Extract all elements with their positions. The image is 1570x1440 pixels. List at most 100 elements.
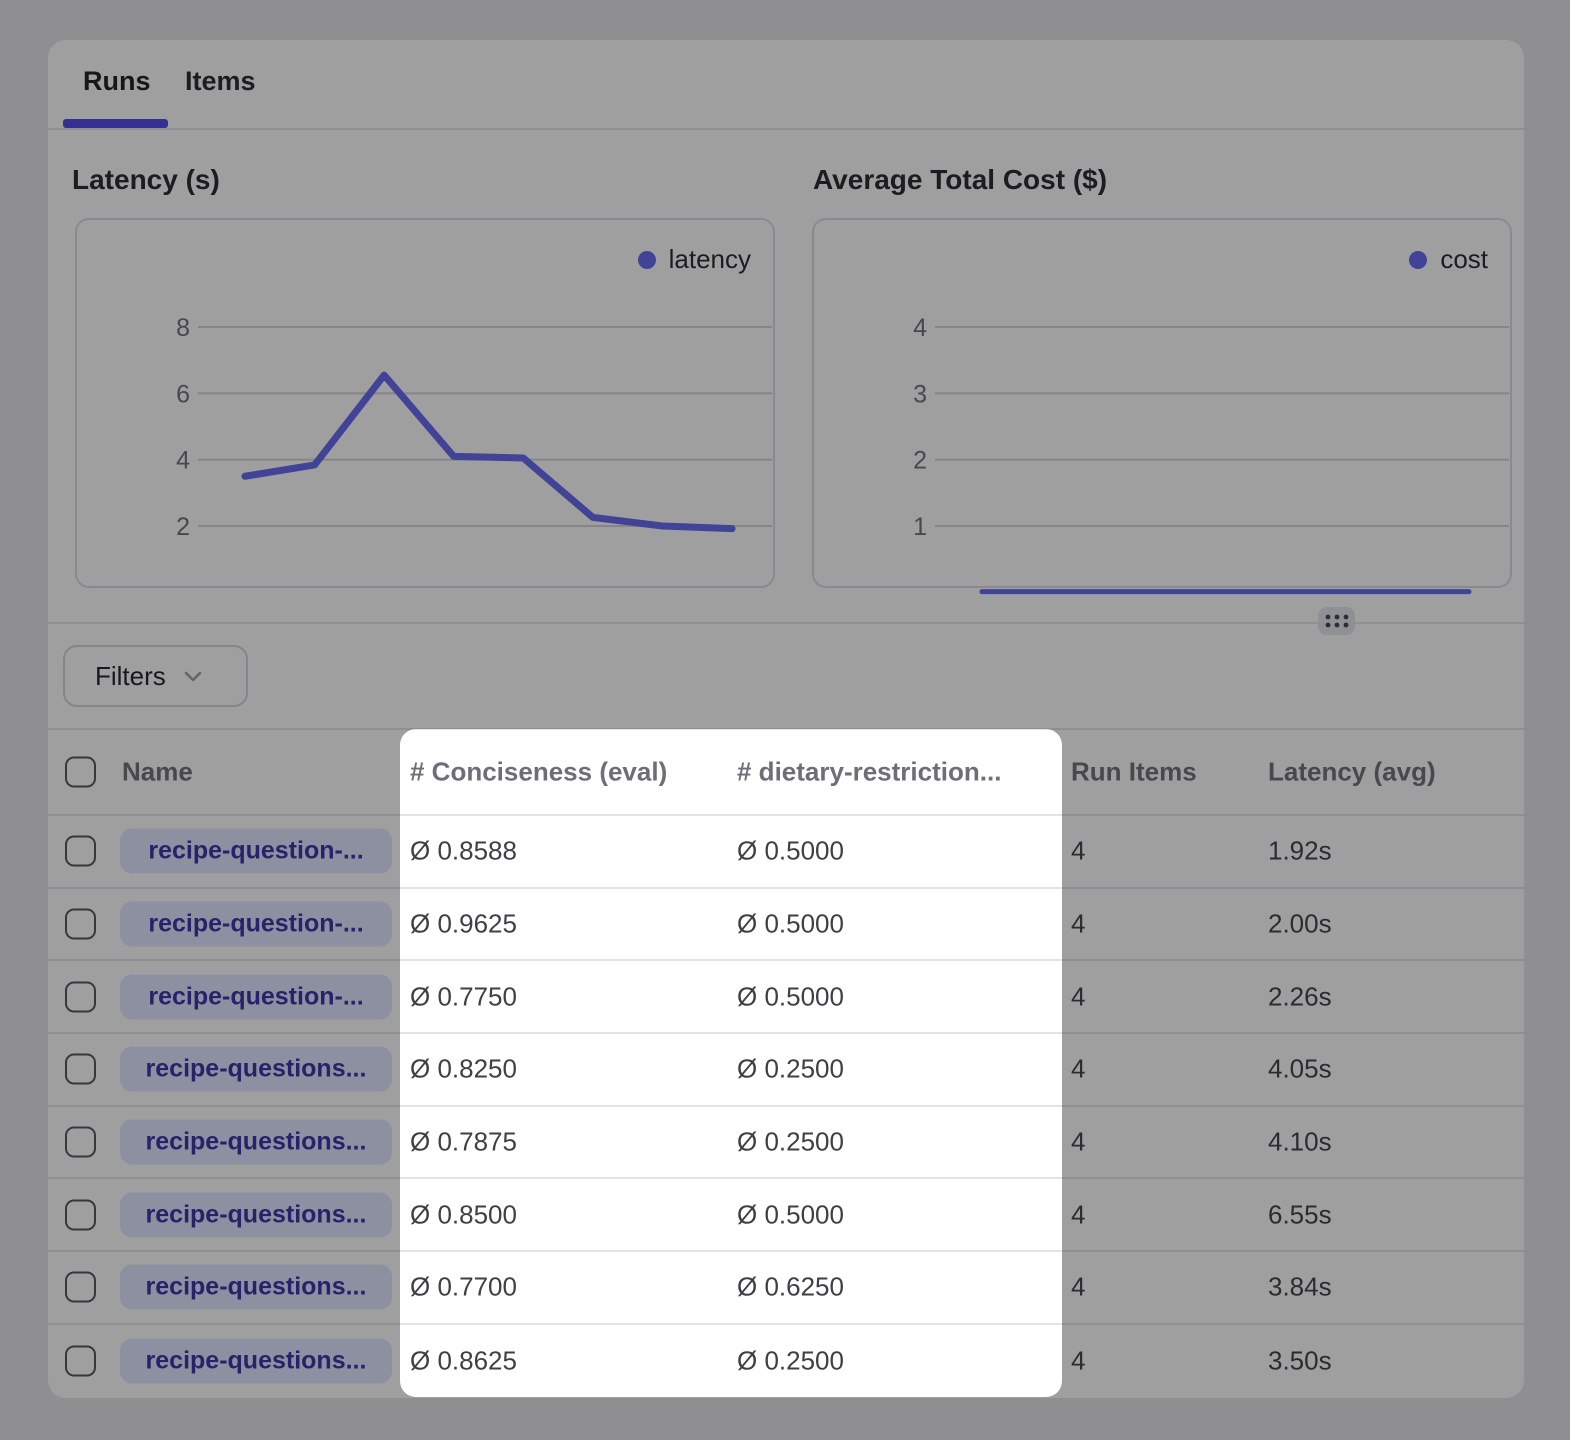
- select-all-checkbox[interactable]: [65, 757, 96, 788]
- row-checkbox[interactable]: [65, 981, 96, 1012]
- run-name-badge[interactable]: recipe-questions...: [120, 1120, 392, 1165]
- chevron-down-icon: [181, 664, 205, 688]
- tab-items[interactable]: Items: [185, 66, 256, 97]
- cost-legend: cost: [1409, 244, 1488, 275]
- conciseness-avg-cell: Ø 0.9625: [410, 909, 517, 940]
- latency-avg-cell: 3.84s: [1268, 1272, 1332, 1303]
- table-row: recipe-questions... Ø 0.8250 Ø 0.2500 4 …: [48, 1034, 1524, 1107]
- dietary-avg-cell: Ø 0.6250: [737, 1272, 844, 1303]
- run-items-cell: 4: [1071, 1127, 1085, 1158]
- run-name-label: recipe-questions...: [146, 1347, 367, 1376]
- table-row: recipe-question-... Ø 0.9625 Ø 0.5000 4 …: [48, 889, 1524, 962]
- svg-text:8: 8: [176, 314, 190, 342]
- legend-dot-icon: [1409, 251, 1427, 269]
- column-header-latency[interactable]: Latency (avg): [1268, 757, 1436, 788]
- row-checkbox[interactable]: [65, 1272, 96, 1303]
- row-checkbox[interactable]: [65, 1054, 96, 1085]
- latency-avg-cell: 2.26s: [1268, 981, 1332, 1012]
- dietary-avg-cell: Ø 0.2500: [737, 1127, 844, 1158]
- run-items-cell: 4: [1071, 909, 1085, 940]
- run-name-label: recipe-questions...: [146, 1200, 367, 1229]
- column-header-run-items[interactable]: Run Items: [1071, 757, 1197, 788]
- svg-text:2: 2: [176, 513, 190, 541]
- conciseness-avg-cell: Ø 0.7700: [410, 1272, 517, 1303]
- run-items-cell: 4: [1071, 1054, 1085, 1085]
- dietary-avg-cell: Ø 0.2500: [737, 1054, 844, 1085]
- runs-table: Name # Conciseness (eval) # dietary-rest…: [48, 728, 1524, 1398]
- conciseness-avg-cell: Ø 0.8625: [410, 1346, 517, 1377]
- page: Runs Items Latency (s) Average Total Cos…: [0, 0, 1570, 1440]
- svg-text:4: 4: [913, 314, 927, 342]
- row-checkbox[interactable]: [65, 1127, 96, 1158]
- table-row: recipe-question-... Ø 0.7750 Ø 0.5000 4 …: [48, 961, 1524, 1034]
- cost-chart-panel: 1234 cost: [812, 218, 1512, 588]
- tab-bar: Runs Items: [48, 40, 1524, 130]
- legend-label: cost: [1440, 244, 1488, 275]
- svg-text:3: 3: [913, 380, 927, 408]
- run-name-label: recipe-question-...: [148, 837, 363, 866]
- active-tab-indicator: [63, 119, 168, 128]
- tab-runs-label: Runs: [83, 66, 151, 96]
- conciseness-avg-cell: Ø 0.8250: [410, 1054, 517, 1085]
- table-header-row: Name # Conciseness (eval) # dietary-rest…: [48, 728, 1524, 816]
- row-checkbox[interactable]: [65, 836, 96, 867]
- dietary-avg-cell: Ø 0.2500: [737, 1346, 844, 1377]
- column-header-dietary[interactable]: # dietary-restriction...: [737, 757, 1001, 788]
- run-name-label: recipe-questions...: [146, 1055, 367, 1084]
- table-row: recipe-question-... Ø 0.8588 Ø 0.5000 4 …: [48, 816, 1524, 889]
- run-items-cell: 4: [1071, 1272, 1085, 1303]
- drag-dots-icon: [1322, 611, 1352, 631]
- conciseness-avg-cell: Ø 0.8500: [410, 1199, 517, 1230]
- table-row: recipe-questions... Ø 0.7875 Ø 0.2500 4 …: [48, 1107, 1524, 1180]
- run-items-cell: 4: [1071, 981, 1085, 1012]
- latency-avg-cell: 4.05s: [1268, 1054, 1332, 1085]
- run-name-label: recipe-question-...: [148, 982, 363, 1011]
- runs-dashboard-card: Runs Items Latency (s) Average Total Cos…: [48, 40, 1524, 1398]
- dietary-avg-cell: Ø 0.5000: [737, 981, 844, 1012]
- latency-avg-cell: 2.00s: [1268, 909, 1332, 940]
- row-checkbox[interactable]: [65, 1199, 96, 1230]
- cost-chart-title: Average Total Cost ($): [813, 164, 1107, 196]
- latency-chart-panel: 2468 latency: [75, 218, 775, 588]
- latency-line-chart: 2 4 6 8: [77, 220, 777, 590]
- row-checkbox[interactable]: [65, 1346, 96, 1377]
- run-name-badge[interactable]: recipe-question-...: [120, 902, 392, 947]
- column-header-name[interactable]: Name: [122, 757, 193, 788]
- run-name-badge[interactable]: recipe-questions...: [120, 1192, 392, 1237]
- run-name-badge[interactable]: recipe-questions...: [120, 1339, 392, 1384]
- tab-runs[interactable]: Runs: [83, 66, 151, 97]
- column-header-conciseness[interactable]: # Conciseness (eval): [410, 757, 667, 788]
- svg-text:6: 6: [176, 380, 190, 408]
- conciseness-avg-cell: Ø 0.7875: [410, 1127, 517, 1158]
- section-divider: [48, 622, 1524, 624]
- cost-line-chart: 1234: [814, 220, 1514, 590]
- conciseness-avg-cell: Ø 0.8588: [410, 836, 517, 867]
- run-name-badge[interactable]: recipe-questions...: [120, 1265, 392, 1310]
- conciseness-avg-cell: Ø 0.7750: [410, 981, 517, 1012]
- run-items-cell: 4: [1071, 1199, 1085, 1230]
- run-name-badge[interactable]: recipe-question-...: [120, 974, 392, 1019]
- filters-button[interactable]: Filters: [63, 645, 248, 707]
- latency-chart-title: Latency (s): [72, 164, 220, 196]
- row-checkbox[interactable]: [65, 909, 96, 940]
- latency-avg-cell: 6.55s: [1268, 1199, 1332, 1230]
- table-row: recipe-questions... Ø 0.8500 Ø 0.5000 4 …: [48, 1179, 1524, 1252]
- dietary-avg-cell: Ø 0.5000: [737, 836, 844, 867]
- panel-resize-handle[interactable]: [1318, 607, 1355, 635]
- table-row: recipe-questions... Ø 0.8625 Ø 0.2500 4 …: [48, 1325, 1524, 1398]
- run-name-label: recipe-questions...: [146, 1273, 367, 1302]
- table-body: recipe-question-... Ø 0.8588 Ø 0.5000 4 …: [48, 816, 1524, 1398]
- run-items-cell: 4: [1071, 1346, 1085, 1377]
- filters-button-label: Filters: [95, 661, 166, 692]
- table-row: recipe-questions... Ø 0.7700 Ø 0.6250 4 …: [48, 1252, 1524, 1325]
- svg-text:4: 4: [176, 447, 190, 475]
- run-name-badge[interactable]: recipe-question-...: [120, 829, 392, 874]
- run-name-label: recipe-questions...: [146, 1128, 367, 1157]
- run-name-badge[interactable]: recipe-questions...: [120, 1047, 392, 1092]
- latency-avg-cell: 4.10s: [1268, 1127, 1332, 1158]
- latency-avg-cell: 3.50s: [1268, 1346, 1332, 1377]
- dietary-avg-cell: Ø 0.5000: [737, 909, 844, 940]
- legend-dot-icon: [638, 251, 656, 269]
- svg-text:2: 2: [913, 447, 927, 475]
- run-name-label: recipe-question-...: [148, 910, 363, 939]
